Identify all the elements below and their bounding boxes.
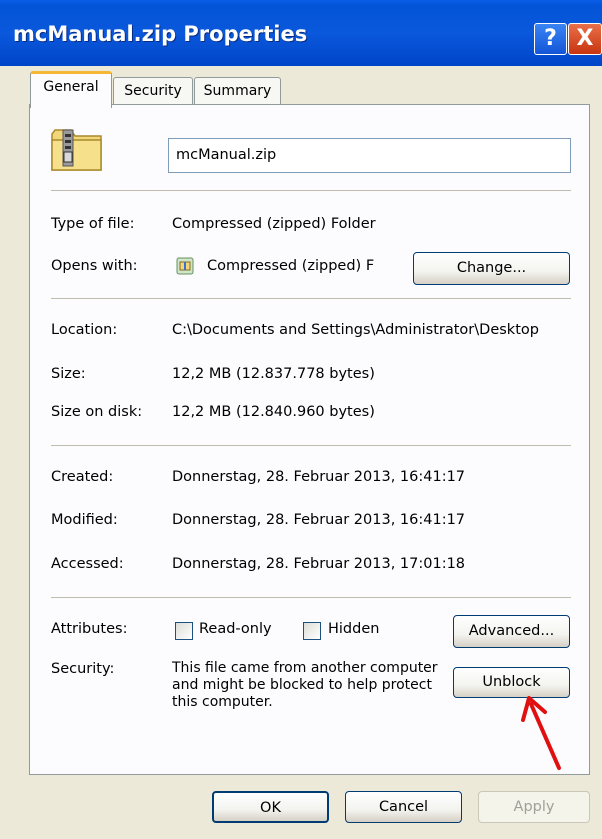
red-arrow-annotation <box>521 696 561 770</box>
close-button[interactable]: X <box>568 23 602 55</box>
security-label: Security: <box>51 661 115 677</box>
zip-folder-icon <box>51 129 102 171</box>
advanced-button-label: Advanced... <box>468 623 555 639</box>
title-bar[interactable]: mcManual.zip Properties ? X <box>0 0 602 66</box>
change-button[interactable]: Change... <box>413 252 570 285</box>
tab-summary[interactable]: Summary <box>194 77 281 105</box>
separator <box>51 190 571 191</box>
created-value: Donnerstag, 28. Februar 2013, 16:41:17 <box>172 469 466 485</box>
apply-button-label: Apply <box>513 799 555 815</box>
window-title: mcManual.zip Properties <box>13 22 308 46</box>
type-of-file-label: Type of file: <box>51 216 135 232</box>
tab-security-label: Security <box>124 83 182 99</box>
modified-label: Modified: <box>51 512 118 528</box>
size-label: Size: <box>51 366 86 382</box>
size-on-disk-label: Size on disk: <box>51 404 143 420</box>
opens-with-value: Compressed (zipped) F <box>207 258 375 274</box>
advanced-button[interactable]: Advanced... <box>453 615 570 648</box>
tab-security[interactable]: Security <box>113 77 193 105</box>
properties-dialog: mcManual.zip Properties ? X General Secu… <box>0 0 602 839</box>
tab-general[interactable]: General <box>30 71 112 108</box>
size-value: 12,2 MB (12.837.778 bytes) <box>172 366 375 382</box>
change-button-label: Change... <box>456 260 527 276</box>
file-name-field[interactable]: mcManual.zip <box>168 138 571 173</box>
separator <box>51 298 571 299</box>
accessed-value: Donnerstag, 28. Februar 2013, 17:01:18 <box>172 556 466 572</box>
apply-button[interactable]: Apply <box>478 791 590 823</box>
hidden-checkbox[interactable] <box>303 622 321 640</box>
ok-button[interactable]: OK <box>212 791 329 823</box>
ok-button-label: OK <box>260 800 281 816</box>
compressed-folder-app-icon <box>176 257 194 275</box>
security-warning-text: This file came from another computer and… <box>172 660 438 710</box>
opens-with-label: Opens with: <box>51 258 138 274</box>
location-label: Location: <box>51 322 118 338</box>
accessed-label: Accessed: <box>51 556 124 572</box>
created-label: Created: <box>51 469 114 485</box>
help-icon: ? <box>544 26 557 51</box>
unblock-button-label: Unblock <box>482 674 541 690</box>
modified-value: Donnerstag, 28. Februar 2013, 16:41:17 <box>172 512 466 528</box>
readonly-label[interactable]: Read-only <box>199 621 272 637</box>
tab-general-label: General <box>43 79 99 95</box>
close-icon: X <box>576 26 594 51</box>
location-value: C:\Documents and Settings\Administrator\… <box>172 322 539 338</box>
tab-summary-label: Summary <box>203 83 272 99</box>
type-of-file-value: Compressed (zipped) Folder <box>172 216 376 232</box>
readonly-checkbox[interactable] <box>175 622 193 640</box>
separator <box>51 597 571 598</box>
help-button[interactable]: ? <box>534 23 567 55</box>
cancel-button[interactable]: Cancel <box>345 791 462 823</box>
separator <box>51 445 571 446</box>
size-on-disk-value: 12,2 MB (12.840.960 bytes) <box>172 404 375 420</box>
hidden-label[interactable]: Hidden <box>328 621 379 637</box>
attributes-label: Attributes: <box>51 621 128 637</box>
cancel-button-label: Cancel <box>378 799 429 815</box>
